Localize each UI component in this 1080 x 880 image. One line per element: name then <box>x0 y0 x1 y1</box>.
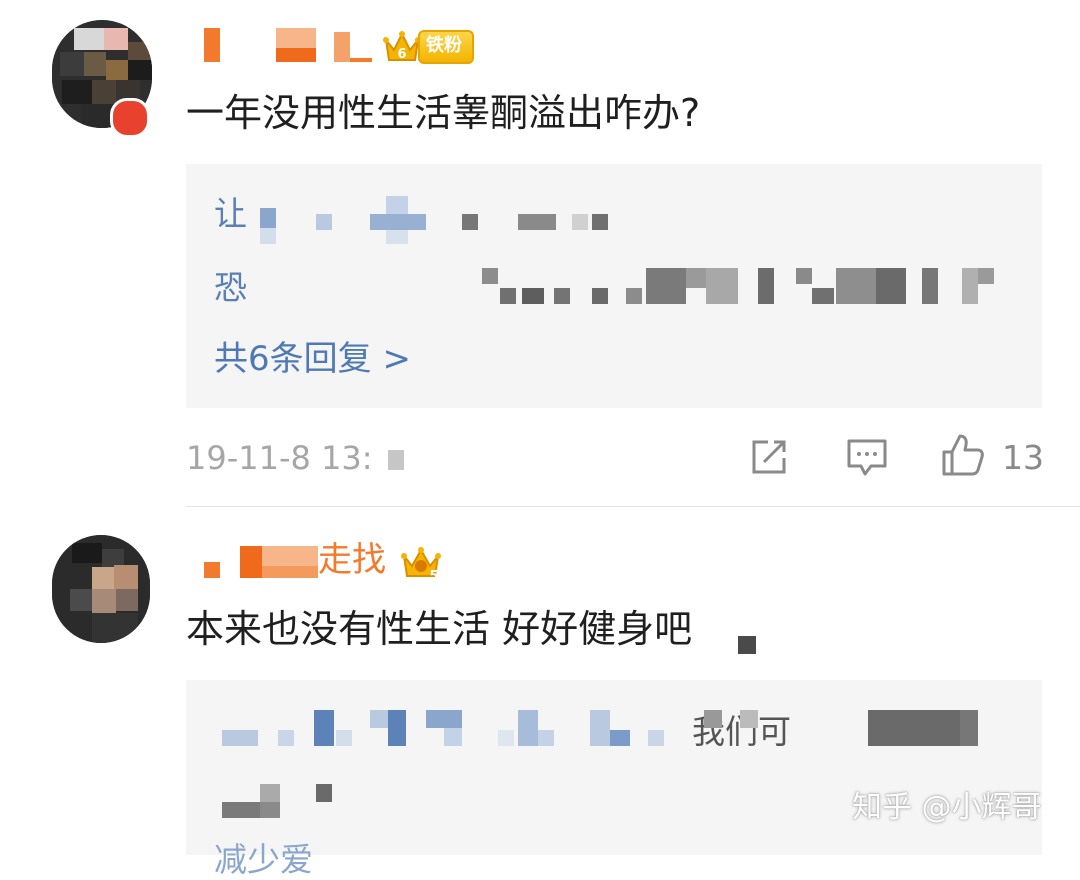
comment-divider <box>186 506 1080 507</box>
thumbs-up-icon[interactable] <box>940 432 986 478</box>
comment-text: 本来也没有性生活 好好健身吧 <box>186 607 693 651</box>
reply-preview-box[interactable]: 让 恐 共6条回复 > <box>186 164 1042 408</box>
share-icon[interactable] <box>748 436 790 478</box>
crown-icon: 6 <box>382 26 422 66</box>
svg-text:5: 5 <box>429 569 438 584</box>
username[interactable]: 走找 <box>200 540 400 588</box>
comment-text: 一年没用性生活睾酮溢出咋办? <box>186 91 701 135</box>
reply-preview-box[interactable]: 我们可 减少爱 <box>186 680 1042 879</box>
verified-badge-icon <box>110 98 150 138</box>
reply-line[interactable]: 减少爱 <box>214 840 313 880</box>
reply-line[interactable]: 让 <box>214 194 247 234</box>
fan-badge: 铁粉 <box>418 30 474 64</box>
username[interactable] <box>200 22 390 70</box>
view-all-replies-link[interactable]: 共6条回复 > <box>214 338 411 380</box>
avatar[interactable] <box>52 535 150 643</box>
comment-timestamp: 19-11-8 13: <box>186 439 373 477</box>
comment-icon[interactable] <box>845 436 889 478</box>
like-count: 13 <box>1002 438 1044 477</box>
crown-icon: 5 <box>400 542 442 584</box>
reply-line[interactable]: 恐 <box>214 268 247 308</box>
watermark: 知乎 @小辉哥 <box>852 790 1042 825</box>
svg-text:6: 6 <box>397 47 406 62</box>
